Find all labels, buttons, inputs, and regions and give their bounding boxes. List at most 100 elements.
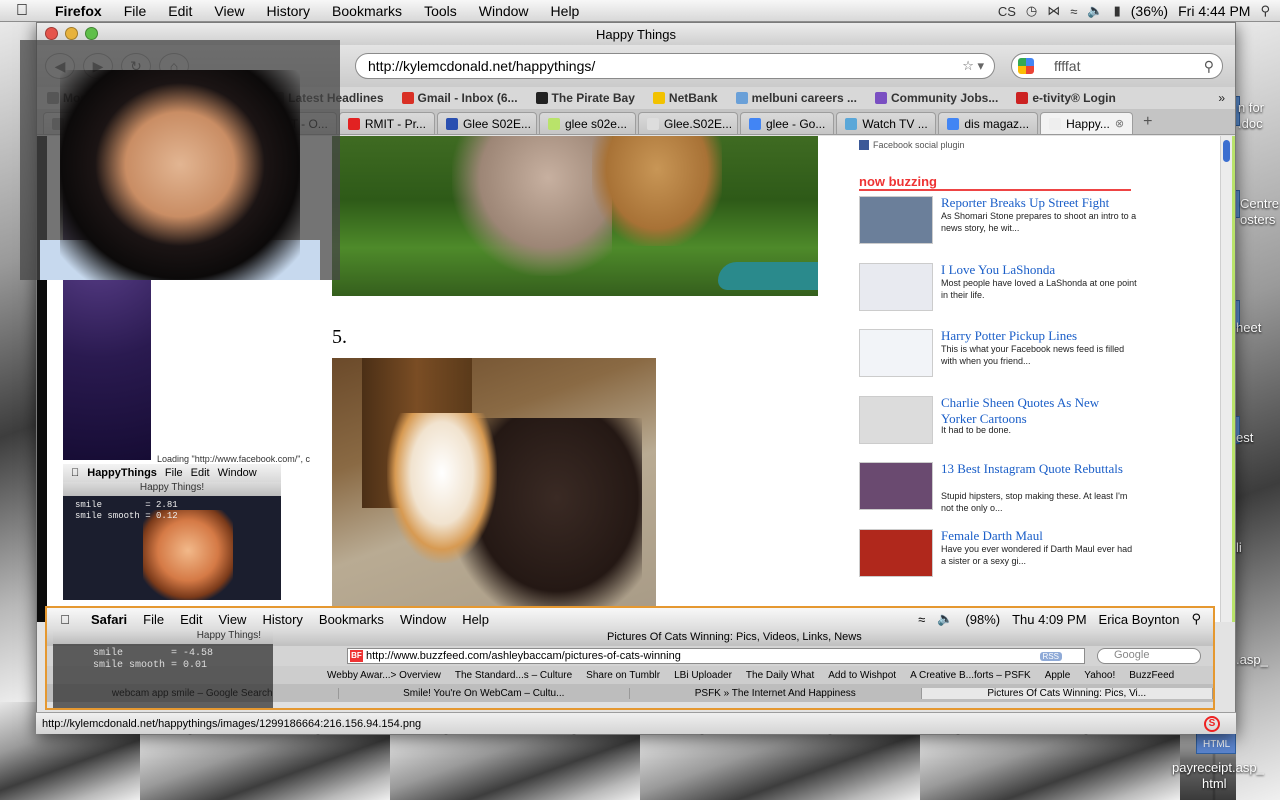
buzz-thumbnail[interactable] (859, 329, 933, 377)
zoom-icon[interactable] (85, 27, 98, 40)
menu-history[interactable]: History (255, 3, 321, 19)
scrollbar-thumb[interactable] (1223, 140, 1230, 162)
browser-tab[interactable]: Watch TV ... (836, 112, 937, 134)
buzz-title-link[interactable]: Female Darth Maul (941, 528, 1137, 544)
bookmark-item[interactable]: melbuni careers ... (735, 91, 857, 105)
safari-bookmark-item[interactable]: Yahoo! (1084, 670, 1115, 681)
desktop-file-label[interactable]: osters (1240, 212, 1275, 227)
safari-menu-app[interactable]: Safari (83, 612, 135, 627)
apple-menu-icon[interactable]:  (0, 2, 44, 20)
scrollbar[interactable] (1220, 136, 1232, 622)
browser-tab[interactable]: RMIT - Pr... (338, 112, 435, 134)
time-machine-icon[interactable]: ◷ (1026, 3, 1037, 19)
menu-app-name[interactable]: Firefox (44, 3, 113, 19)
menu-help[interactable]: Help (540, 3, 591, 19)
mini-window-title[interactable]: Happy Things! (63, 482, 281, 496)
google-icon[interactable] (1018, 58, 1034, 74)
buzz-thumbnail[interactable] (859, 262, 933, 311)
safari-bookmark-item[interactable]: Add to Wishpot (828, 670, 896, 681)
buzz-item[interactable]: Reporter Breaks Up Street Fight As Shomar… (859, 195, 1139, 258)
safari-user[interactable]: Erica Boynton (1099, 612, 1180, 627)
bookmark-item[interactable]: e-tivity® Login (1016, 91, 1116, 105)
buzz-item[interactable]: Charlie Sheen Quotes As New Yorker Carto… (859, 395, 1139, 458)
safari-tab[interactable]: Pictures Of Cats Winning: Pics, Vi... (921, 687, 1213, 699)
buzz-title-link[interactable]: I Love You LaShonda (941, 262, 1137, 278)
search-icon[interactable]: ⚲ (1204, 58, 1214, 75)
safari-bookmark-item[interactable]: The Standard...s – Culture (455, 670, 572, 681)
safari-tab[interactable]: PSFK » The Internet And Happiness (630, 687, 922, 699)
new-tab-button[interactable]: + (1143, 113, 1152, 131)
safari-menu-bookmarks[interactable]: Bookmarks (311, 612, 392, 627)
safari-bookmark-item[interactable]: The Daily What (746, 670, 814, 681)
safari-volume-icon[interactable]: 🔈 (937, 611, 953, 627)
safari-apple-menu-icon[interactable]:  (47, 612, 83, 627)
bookmark-star-icon[interactable]: ☆ ▾ (962, 58, 984, 74)
safari-menu-file[interactable]: File (135, 612, 172, 627)
mini-apple-icon[interactable]:  (71, 467, 79, 479)
browser-tab[interactable]: Glee.S02E... (637, 112, 738, 134)
mini-menu-edit[interactable]: Edit (191, 467, 210, 479)
safari-clock[interactable]: Thu 4:09 PM (1012, 612, 1086, 627)
safari-spotlight-icon[interactable]: ⚲ (1191, 611, 1201, 627)
battery-icon[interactable]: ▮ (1114, 3, 1121, 19)
menu-edit[interactable]: Edit (157, 3, 203, 19)
bookmark-item[interactable]: The Pirate Bay (535, 91, 635, 105)
menu-bookmarks[interactable]: Bookmarks (321, 3, 413, 19)
safari-menu-help[interactable]: Help (454, 612, 497, 627)
clock[interactable]: Fri 4:44 PM (1178, 3, 1250, 19)
buzz-item[interactable]: Female Darth Maul Have you ever wondered … (859, 528, 1139, 591)
menu-window[interactable]: Window (468, 3, 540, 19)
safari-menu-view[interactable]: View (211, 612, 255, 627)
wifi-icon[interactable]: ≈ (1070, 4, 1077, 19)
safari-wifi-icon[interactable]: ≈ (918, 612, 925, 627)
bookmark-item[interactable]: NetBank (652, 91, 718, 105)
mini-app-name[interactable]: HappyThings (87, 467, 157, 479)
close-icon[interactable] (45, 27, 58, 40)
buzz-title-link[interactable]: Charlie Sheen Quotes As New Yorker Carto… (941, 395, 1137, 427)
buzz-item[interactable]: Harry Potter Pickup Lines This is what yo… (859, 328, 1139, 391)
safari-menu-window[interactable]: Window (392, 612, 454, 627)
safari-bookmark-item[interactable]: BuzzFeed (1129, 670, 1174, 681)
safari-battery[interactable]: (98%) (965, 612, 1000, 627)
safari-menu-history[interactable]: History (254, 612, 310, 627)
browser-tab[interactable]: Glee S02E... (436, 112, 537, 134)
desktop-file-label[interactable]: html (1202, 776, 1227, 791)
browser-tab[interactable]: dis magaz... (938, 112, 1039, 134)
browser-tab[interactable]: glee s02e... (538, 112, 636, 134)
buzz-item[interactable]: I Love You LaShonda Most people have love… (859, 262, 1139, 325)
bluetooth-icon[interactable]: ⋈ (1047, 3, 1060, 19)
safari-bookmark-item[interactable]: LBi Uploader (674, 670, 732, 681)
desktop-file-label[interactable]: heet (1236, 320, 1261, 335)
desktop-file-label[interactable]: n for (1238, 100, 1264, 115)
mini-menu-file[interactable]: File (165, 467, 183, 479)
menu-file[interactable]: File (113, 3, 158, 19)
desktop-file-label[interactable]: payreceipt.asp_ (1172, 760, 1264, 775)
spotlight-icon[interactable]: ⚲ (1260, 3, 1270, 19)
buzz-thumbnail[interactable] (859, 462, 933, 510)
safari-bookmark-item[interactable]: Webby Awar...> Overview (327, 670, 441, 681)
desktop-file-label[interactable]: est (1236, 430, 1253, 445)
safari-tab[interactable]: Smile! You're On WebCam – Cultu... (339, 687, 630, 699)
safari-url-bar[interactable]: BF http://www.buzzfeed.com/ashleybaccam/… (347, 648, 1085, 664)
url-bar[interactable]: http://kylemcdonald.net/happythings/ ☆ ▾ (355, 53, 995, 79)
block-icon[interactable]: S (1204, 716, 1220, 732)
bookmark-item[interactable]: Gmail - Inbox (6... (401, 91, 518, 105)
volume-icon[interactable]: 🔈 (1087, 3, 1103, 19)
minimize-icon[interactable] (65, 27, 78, 40)
search-input[interactable]: ffffat ⚲ (1011, 53, 1223, 79)
cs-icon[interactable]: CS (998, 4, 1016, 19)
buzz-item[interactable]: 13 Best Instagram Quote Rebuttals Stupid … (859, 461, 1139, 524)
buzz-thumbnail[interactable] (859, 395, 933, 444)
safari-search-input[interactable]: Google (1097, 648, 1201, 664)
browser-tab[interactable]: Happy... ⊗ (1040, 112, 1134, 134)
desktop-file-label[interactable]: Centre (1240, 196, 1279, 211)
menu-tools[interactable]: Tools (413, 3, 468, 19)
rss-button[interactable]: RSS (1039, 651, 1062, 661)
desktop-file-label[interactable]: .doc (1238, 116, 1263, 131)
tab-close-icon[interactable]: ⊗ (1115, 117, 1124, 130)
buzz-thumbnail[interactable] (859, 196, 933, 244)
bookmark-item[interactable]: Community Jobs... (874, 91, 998, 105)
menu-view[interactable]: View (203, 3, 255, 19)
buzz-title-link[interactable]: Harry Potter Pickup Lines (941, 328, 1137, 344)
safari-menu-edit[interactable]: Edit (172, 612, 210, 627)
